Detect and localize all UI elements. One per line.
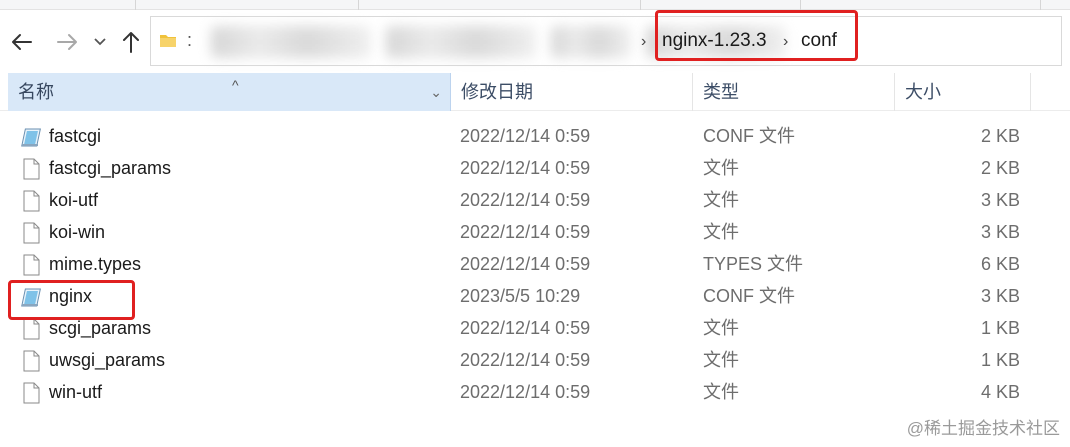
chevron-down-icon[interactable] xyxy=(90,28,110,56)
sort-ascending-icon: ^ xyxy=(232,77,239,93)
file-size: 3 KB xyxy=(980,222,1020,242)
file-name: mime.types xyxy=(49,254,142,274)
file-row[interactable]: fastcgi_params 2022/12/14 0:59 文件 2 KB xyxy=(0,152,1070,184)
address-separator: : xyxy=(187,30,193,50)
column-name[interactable]: 名称 ^ ⌄ xyxy=(8,73,451,111)
blank-file-icon xyxy=(23,382,40,404)
watermark: @稀土掘金技术社区 xyxy=(906,419,1060,438)
file-row[interactable]: win-utf 2022/12/14 0:59 文件 4 KB xyxy=(0,376,1070,408)
file-name: fastcgi_params xyxy=(49,158,172,178)
breadcrumb-arrow: › xyxy=(641,33,647,50)
ribbon-strip xyxy=(0,0,1070,10)
column-type-label: 类型 xyxy=(703,82,739,102)
file-row-nginx[interactable]: nginx 2023/5/5 10:29 CONF 文件 3 KB xyxy=(0,280,1070,312)
conf-file-icon xyxy=(21,128,41,147)
file-date: 2022/12/14 0:59 xyxy=(460,382,591,402)
folder-icon xyxy=(160,35,176,47)
column-date-label: 修改日期 xyxy=(461,82,533,102)
chevron-down-icon[interactable]: ⌄ xyxy=(430,73,442,111)
file-type: 文件 xyxy=(703,158,739,178)
file-name: koi-utf xyxy=(49,190,99,210)
file-row[interactable]: koi-utf 2022/12/14 0:59 文件 3 KB xyxy=(0,184,1070,216)
file-date: 2022/12/14 0:59 xyxy=(460,254,591,274)
blank-file-icon xyxy=(23,318,40,340)
file-date: 2022/12/14 0:59 xyxy=(460,318,591,338)
file-date: 2022/12/14 0:59 xyxy=(460,158,591,178)
redacted-path-segment xyxy=(211,26,371,58)
file-type: CONF 文件 xyxy=(703,286,795,306)
address-bar[interactable]: : › nginx-1.23.3 › conf xyxy=(150,16,1062,66)
file-type: CONF 文件 xyxy=(703,126,795,146)
file-date: 2022/12/14 0:59 xyxy=(460,126,591,146)
file-row[interactable]: scgi_params 2022/12/14 0:59 文件 1 KB xyxy=(0,312,1070,344)
file-row[interactable]: koi-win 2022/12/14 0:59 文件 3 KB xyxy=(0,216,1070,248)
file-date: 2022/12/14 0:59 xyxy=(460,350,591,370)
column-size-label: 大小 xyxy=(905,82,941,102)
file-size: 3 KB xyxy=(980,190,1020,210)
column-header-row: 名称 ^ ⌄ 修改日期 类型 大小 xyxy=(0,73,1070,111)
redacted-path-segment xyxy=(551,26,631,58)
file-size: 6 KB xyxy=(980,254,1020,274)
blank-file-icon xyxy=(23,350,40,372)
blank-file-icon xyxy=(23,222,40,244)
file-size: 1 KB xyxy=(980,318,1020,338)
file-date: 2022/12/14 0:59 xyxy=(460,222,591,242)
file-name: win-utf xyxy=(49,382,103,402)
column-type[interactable]: 类型 xyxy=(693,73,895,111)
file-date: 2023/5/5 10:29 xyxy=(460,286,581,306)
file-type: 文件 xyxy=(703,318,739,338)
column-name-label: 名称 xyxy=(18,82,54,102)
redacted-path-segment xyxy=(386,26,536,58)
file-size: 3 KB xyxy=(980,286,1020,306)
file-row[interactable]: mime.types 2022/12/14 0:59 TYPES 文件 6 KB xyxy=(0,248,1070,280)
column-size[interactable]: 大小 xyxy=(895,73,1031,111)
blank-file-icon xyxy=(23,158,40,180)
file-type: TYPES 文件 xyxy=(703,254,804,274)
blank-file-icon xyxy=(23,254,40,276)
column-date[interactable]: 修改日期 xyxy=(451,73,693,111)
file-size: 2 KB xyxy=(980,158,1020,178)
highlight-box-path xyxy=(655,10,858,61)
file-name: koi-win xyxy=(49,222,106,242)
file-name: uwsgi_params xyxy=(49,350,166,370)
file-type: 文件 xyxy=(703,190,739,210)
up-arrow-icon[interactable] xyxy=(118,28,144,56)
navigation-bar: : › nginx-1.23.3 › conf xyxy=(0,10,1070,72)
file-type: 文件 xyxy=(703,222,739,242)
file-name: fastcgi xyxy=(49,126,102,146)
blank-file-icon xyxy=(23,190,40,212)
file-size: 4 KB xyxy=(980,382,1020,402)
file-type: 文件 xyxy=(703,382,739,402)
file-size: 1 KB xyxy=(980,350,1020,370)
file-row[interactable]: uwsgi_params 2022/12/14 0:59 文件 1 KB xyxy=(0,344,1070,376)
file-date: 2022/12/14 0:59 xyxy=(460,190,591,210)
forward-arrow-icon[interactable] xyxy=(53,28,81,56)
file-type: 文件 xyxy=(703,350,739,370)
back-arrow-icon[interactable] xyxy=(8,28,36,56)
file-size: 2 KB xyxy=(980,126,1020,146)
highlight-box-nginx xyxy=(8,280,135,320)
file-row[interactable]: fastcgi 2022/12/14 0:59 CONF 文件 2 KB xyxy=(0,120,1070,152)
